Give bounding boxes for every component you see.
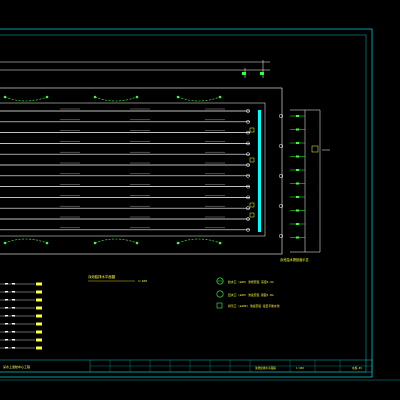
legend-text-3: 排污口 (ø100) 池底安裝 接至平衡水池 <box>228 304 280 308</box>
title-block-project: 某水上運動中心工程 <box>3 364 30 369</box>
right-tick-mark <box>296 196 299 198</box>
arc-node <box>45 95 49 99</box>
note-mark <box>12 331 15 333</box>
wall-fixture <box>249 202 255 208</box>
legend-text-1: 給水口 (ø50) 池壁安裝 深度0.3m <box>228 280 274 284</box>
note-mark <box>5 307 8 309</box>
title-block-sheet: 水施-03 <box>352 366 362 370</box>
arc-node <box>176 241 180 245</box>
note-mark <box>5 315 8 317</box>
title-block: 某水上運動中心工程 泳池給排水平面圖 1:100 水施-03 <box>0 359 373 373</box>
cad-drawing-canvas: 泳池溢水槽剖面示意 泳池給排水平面圖 1:100 給水口 (ø50) 池壁安裝 … <box>0 28 400 381</box>
arc-node <box>218 241 222 245</box>
pipe-arc <box>94 96 138 102</box>
top-dimension-lines <box>0 60 270 78</box>
arc-node <box>3 95 7 99</box>
right-side-note: 泳池溢水槽剖面示意 <box>280 257 309 262</box>
pipe-arc <box>177 96 221 102</box>
note-tag <box>36 290 42 294</box>
legend-item-2: 回水口 (ø50) 池底安裝 間距3.0m <box>216 290 274 298</box>
note-mark <box>5 299 8 301</box>
note-mark <box>12 291 15 293</box>
right-tick-mark <box>296 155 299 158</box>
note-tag <box>36 338 42 342</box>
wall-fixture <box>249 212 255 218</box>
arc-node <box>176 95 180 99</box>
note-mark <box>12 307 15 309</box>
wall-fixtures <box>249 127 255 218</box>
note-mark <box>12 299 15 301</box>
arc-node <box>93 95 97 99</box>
legend-item-3: 排污口 (ø100) 池底安裝 接至平衡水池 <box>216 302 280 309</box>
note-mark <box>12 315 15 317</box>
arc-node <box>135 95 139 99</box>
pool-lane-lines <box>0 108 250 232</box>
pool-outline <box>0 87 283 255</box>
arc-node <box>45 241 49 245</box>
drawing-border-inner <box>0 34 367 373</box>
square-icon <box>216 302 223 309</box>
note-tag <box>36 306 42 310</box>
plan-title: 泳池給排水平面圖 <box>88 274 116 279</box>
note-tag <box>36 282 42 286</box>
arc-node <box>93 241 97 245</box>
right-tick-mark <box>296 223 299 225</box>
legend-item-1: 給水口 (ø50) 池壁安裝 深度0.3m <box>216 277 274 285</box>
note-mark <box>5 347 8 349</box>
pipe-arc <box>177 238 221 244</box>
legend: 給水口 (ø50) 池壁安裝 深度0.3m 回水口 (ø50) 池底安裝 間距3… <box>216 277 280 309</box>
overflow-channel <box>258 110 261 232</box>
title-block-drawing-name: 泳池給排水平面圖 <box>255 366 276 370</box>
arc-node <box>3 241 7 245</box>
title-block-scale: 1:100 <box>296 366 304 370</box>
drawing-border <box>0 28 373 378</box>
right-side-detail <box>290 109 330 253</box>
right-tick-mark <box>296 142 299 144</box>
note-tag <box>36 330 42 334</box>
legend-text-2: 回水口 (ø50) 池底安裝 間距3.0m <box>228 293 274 297</box>
note-mark <box>12 323 15 325</box>
right-tick-mark <box>296 236 299 239</box>
top-dimension-ticks <box>242 72 264 75</box>
note-tag <box>36 322 42 326</box>
arc-node <box>218 95 222 99</box>
note-tag <box>36 298 42 302</box>
right-tick-mark <box>296 115 299 117</box>
note-mark <box>5 283 8 285</box>
note-mark <box>12 347 15 349</box>
note-tag <box>36 346 42 350</box>
note-mark <box>5 291 8 293</box>
note-mark <box>5 331 8 333</box>
right-tick-mark <box>296 209 299 212</box>
pipe-arc <box>4 96 48 102</box>
pipe-arc <box>4 238 48 244</box>
right-tick-mark <box>296 169 299 171</box>
pool-deck-edge <box>0 102 266 237</box>
right-tick-mark <box>296 128 299 131</box>
plan-scale: 1:100 <box>138 279 147 283</box>
pipe-arc-group <box>3 95 222 245</box>
note-tag <box>36 314 42 318</box>
right-tick-mark <box>296 182 299 185</box>
wall-fixture <box>249 127 255 133</box>
left-notes-list <box>0 282 42 350</box>
note-mark <box>12 283 15 285</box>
circle-icon <box>216 290 224 298</box>
right-side-ticks <box>290 115 305 239</box>
note-mark <box>5 339 8 341</box>
wall-fixture <box>249 157 255 163</box>
note-mark <box>12 339 15 341</box>
arc-node <box>135 241 139 245</box>
note-mark <box>5 323 8 325</box>
pipe-arc <box>94 238 138 244</box>
